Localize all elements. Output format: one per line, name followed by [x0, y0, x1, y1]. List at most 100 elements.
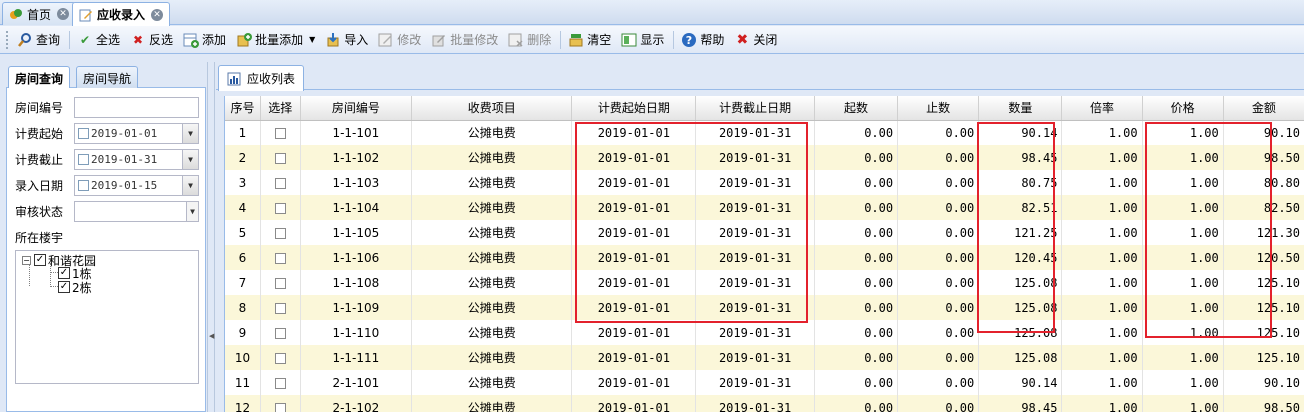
invert-selection-button[interactable]: ✖ 反选 [126, 29, 177, 51]
row-checkbox[interactable] [274, 302, 286, 314]
table-row[interactable]: 4 1-1-104 公摊电费 2019-01-01 2019-01-31 0.00 0.00… [225, 195, 1304, 220]
cell-select[interactable] [260, 245, 301, 270]
entry-date-picker[interactable]: 2019-01-15 ▼ [74, 174, 199, 196]
cell-item: 公摊电费 [411, 170, 573, 195]
import-button[interactable]: 导入 [321, 29, 372, 51]
row-checkbox[interactable] [274, 177, 286, 189]
show-button[interactable]: 显示 [617, 29, 668, 51]
column-header[interactable]: 房间编号 [300, 96, 413, 121]
column-header[interactable]: 数量 [978, 96, 1063, 121]
table-row[interactable]: 8 1-1-109 公摊电费 2019-01-01 2019-01-31 0.00 0.00… [225, 295, 1304, 320]
cell-select[interactable] [260, 345, 301, 370]
table-row[interactable]: 3 1-1-103 公摊电费 2019-01-01 2019-01-31 0.00 0.00… [225, 170, 1304, 195]
tree-checkbox[interactable]: ✓ [34, 254, 46, 266]
batch-add-button[interactable]: 批量添加 ▼ [232, 29, 319, 51]
table-row[interactable]: 12 2-1-102 公摊电费 2019-01-01 2019-01-31 0.00 0.0… [225, 395, 1304, 412]
column-header[interactable]: 计费截止日期 [695, 96, 815, 121]
row-checkbox[interactable] [274, 277, 286, 289]
table-row[interactable]: 1 1-1-101 公摊电费 2019-01-01 2019-01-31 0.00 0.00… [225, 120, 1304, 145]
chevron-down-icon[interactable]: ▼ [309, 35, 315, 44]
tab-room-query[interactable]: 房间查询 [8, 66, 71, 89]
row-checkbox[interactable] [274, 377, 286, 389]
cell-end: 2019-01-31 [695, 320, 815, 345]
table-row[interactable]: 11 2-1-101 公摊电费 2019-01-01 2019-01-31 0.00 0.0… [225, 370, 1304, 395]
cell-item: 公摊电费 [411, 195, 573, 220]
row-checkbox[interactable] [274, 127, 286, 139]
row-checkbox[interactable] [274, 227, 286, 239]
query-button[interactable]: 查询 [13, 29, 64, 51]
clear-button[interactable]: 清空 [564, 29, 615, 51]
cell-select[interactable] [260, 120, 301, 145]
row-checkbox[interactable] [274, 152, 286, 164]
cell-select[interactable] [260, 145, 301, 170]
cell-to: 0.00 [897, 295, 980, 320]
cell-select[interactable] [260, 370, 301, 395]
cell-select[interactable] [260, 395, 301, 412]
tree-node-building-2[interactable]: ✓ 2栋 [58, 280, 92, 295]
chevron-down-icon[interactable]: ▼ [182, 175, 198, 195]
close-button[interactable]: ✖ 关闭 [730, 29, 781, 51]
row-checkbox[interactable] [274, 402, 286, 412]
billing-end-date-picker[interactable]: 2019-01-31 ▼ [74, 148, 199, 170]
tab-home[interactable]: 首页 ✕ [2, 2, 77, 25]
cell-select[interactable] [260, 195, 301, 220]
tree-checkbox[interactable]: ✓ [58, 281, 70, 293]
billing-end-checkbox[interactable] [78, 153, 89, 165]
collapse-icon[interactable]: − [22, 255, 31, 265]
chevron-down-icon[interactable]: ▼ [182, 123, 198, 143]
column-header[interactable]: 起数 [814, 96, 899, 121]
room-no-input[interactable] [74, 96, 199, 118]
entry-date-checkbox[interactable] [78, 179, 89, 191]
tab-receivable-entry[interactable]: 应收录入 ✕ [72, 2, 171, 26]
column-header[interactable]: 金额 [1223, 96, 1304, 121]
row-checkbox[interactable] [274, 252, 286, 264]
panel-splitter[interactable]: ◀ [207, 62, 215, 412]
select-all-button[interactable]: ✔ 全选 [73, 29, 124, 51]
billing-start-date-picker[interactable]: 2019-01-01 ▼ [74, 122, 199, 144]
table-row[interactable]: 9 1-1-110 公摊电费 2019-01-01 2019-01-31 0.00 0.00… [225, 320, 1304, 345]
add-button[interactable]: 添加 [179, 29, 230, 51]
tab-receivable-list[interactable]: 应收列表 [218, 65, 305, 91]
cell-amount: 121.30 [1223, 220, 1304, 245]
row-checkbox[interactable] [274, 327, 286, 339]
chevron-down-icon[interactable]: ▼ [186, 201, 198, 221]
column-header[interactable]: 价格 [1142, 96, 1224, 121]
tree-checkbox[interactable]: ✓ [58, 267, 70, 279]
cell-qty: 90.14 [978, 120, 1063, 145]
delete-button[interactable]: 删除 [504, 29, 555, 51]
cell-select[interactable] [260, 270, 301, 295]
column-header[interactable]: 止数 [897, 96, 980, 121]
column-header[interactable]: 计费起始日期 [571, 96, 697, 121]
table-row[interactable]: 2 1-1-102 公摊电费 2019-01-01 2019-01-31 0.00 0.00… [225, 145, 1304, 170]
row-checkbox[interactable] [274, 352, 286, 364]
tab-room-navigation[interactable]: 房间导航 [76, 66, 139, 88]
column-header[interactable]: 收费项目 [411, 96, 573, 121]
edit-button[interactable]: 修改 [374, 29, 425, 51]
cell-no: 9 [225, 320, 261, 345]
column-header[interactable]: 倍率 [1061, 96, 1143, 121]
collapse-arrow-icon[interactable]: ◀ [209, 332, 214, 340]
column-header[interactable]: 选择 [260, 96, 301, 121]
cell-end: 2019-01-31 [695, 170, 815, 195]
table-row[interactable]: 5 1-1-105 公摊电费 2019-01-01 2019-01-31 0.00 0.00… [225, 220, 1304, 245]
cell-amount: 125.10 [1223, 320, 1304, 345]
close-icon[interactable]: ✕ [151, 8, 164, 21]
entry-date-row: 录入日期 2019-01-15 ▼ [15, 174, 201, 196]
column-header[interactable]: 序号 [225, 96, 261, 121]
cell-select[interactable] [260, 320, 301, 345]
table-row[interactable]: 7 1-1-108 公摊电费 2019-01-01 2019-01-31 0.00 0.00… [225, 270, 1304, 295]
table-row[interactable]: 10 1-1-111 公摊电费 2019-01-01 2019-01-31 0.00 0.0… [225, 345, 1304, 370]
cell-select[interactable] [260, 220, 301, 245]
chevron-down-icon[interactable]: ▼ [182, 149, 198, 169]
toolbar-separator [69, 30, 71, 49]
cell-select[interactable] [260, 170, 301, 195]
cell-select[interactable] [260, 295, 301, 320]
close-icon[interactable]: ✕ [57, 8, 70, 20]
table-row[interactable]: 6 1-1-106 公摊电费 2019-01-01 2019-01-31 0.00 0.00… [225, 245, 1304, 270]
help-button[interactable]: ? 帮助 [677, 29, 728, 51]
row-checkbox[interactable] [274, 202, 286, 214]
billing-start-checkbox[interactable] [78, 127, 89, 139]
batch-edit-button[interactable]: 批量修改 [427, 29, 502, 51]
audit-status-select[interactable]: ▼ [74, 200, 199, 222]
cell-start: 2019-01-01 [571, 395, 697, 412]
